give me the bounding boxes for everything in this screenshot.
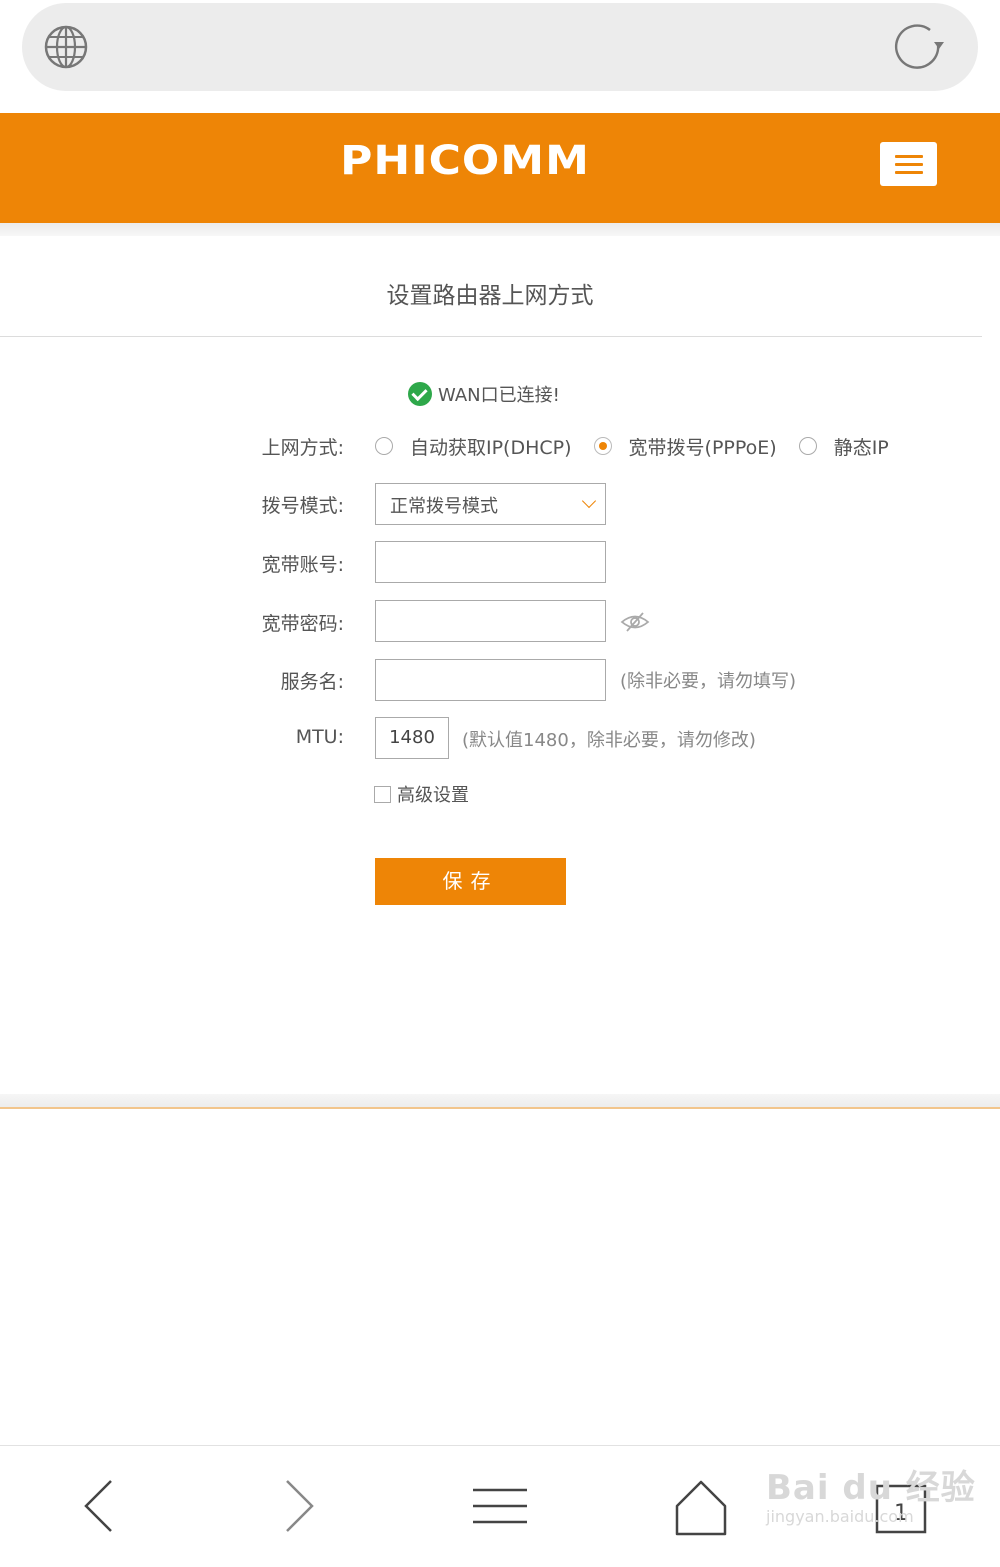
baidu-watermark: Bai du 经验 jingyan.baidu.com [766,1468,976,1526]
dial-mode-value: 正常拨号模式 [390,496,498,517]
radio-pppoe[interactable] [593,437,612,455]
mtu-label: MTU: [295,726,344,748]
radio-static-ip-label[interactable]: 静态IP [834,433,889,460]
radio-dhcp[interactable] [375,437,393,455]
save-button[interactable]: 保存 [375,858,566,905]
site-header: PHICOMM [0,113,1000,223]
advanced-checkbox[interactable] [374,785,391,803]
radio-dhcp-label[interactable]: 自动获取IP(DHCP) [410,433,572,460]
phicomm-logo: PHICOMM [340,137,590,184]
menu-icon[interactable] [472,1476,528,1536]
chevron-down-icon [581,493,597,509]
connection-type-label: 上网方式: [261,437,344,459]
dial-mode-select[interactable]: 正常拨号模式 [375,483,606,525]
wan-status: WAN口已连接! [408,381,560,407]
globe-icon[interactable] [44,25,88,69]
hamburger-line [895,171,923,174]
mtu-input[interactable]: 1480 [375,717,449,759]
advanced-settings[interactable]: 高级设置 [374,781,469,807]
footer-line [0,1107,1000,1109]
radio-static-ip[interactable] [798,437,817,455]
check-circle-icon [408,382,432,406]
dial-mode-label: 拨号模式: [261,495,344,517]
hamburger-line [895,155,923,158]
password-label: 宽带密码: [261,613,344,635]
wan-status-text: WAN口已连接! [438,385,560,406]
account-input[interactable] [375,541,606,583]
service-name-input[interactable] [375,659,606,701]
url-field[interactable] [22,3,978,91]
menu-button[interactable] [880,142,937,186]
browser-address-bar [0,0,1000,113]
mtu-hint: (默认值1480，除非必要，请勿修改) [462,730,756,751]
password-input[interactable] [375,600,606,642]
page-title: 设置路由器上网方式 [386,283,594,309]
footer-shadow [0,1094,1000,1108]
divider [0,336,982,337]
eye-hidden-icon[interactable] [620,610,650,634]
account-label: 宽带账号: [261,554,344,576]
forward-icon[interactable] [282,1476,318,1536]
service-name-label: 服务名: [280,671,344,693]
back-icon[interactable] [80,1476,116,1536]
connection-type-radio-group: 自动获取IP(DHCP) 宽带拨号(PPPoE) 静态IP [375,432,911,460]
advanced-label[interactable]: 高级设置 [397,781,469,807]
hamburger-line [895,163,923,166]
header-shadow [0,223,1000,236]
service-name-hint: (除非必要，请勿填写) [620,671,797,692]
home-icon[interactable] [674,1476,728,1536]
radio-pppoe-label[interactable]: 宽带拨号(PPPoE) [629,433,777,460]
reload-icon[interactable] [894,22,946,72]
